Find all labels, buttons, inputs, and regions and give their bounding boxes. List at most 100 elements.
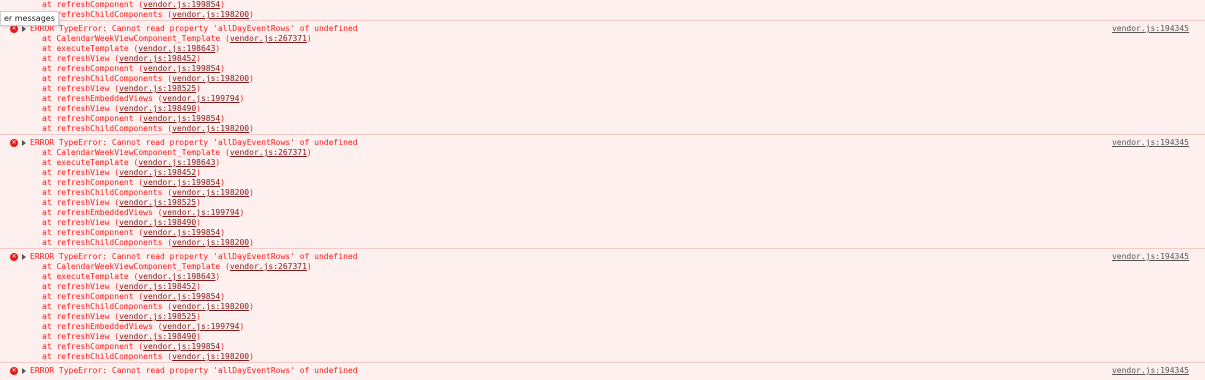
console-error-message: ✕ ERROR TypeError: Cannot read property '… — [0, 362, 1205, 376]
stack-frame-source-link[interactable]: vendor.js:198200 — [172, 188, 249, 197]
stack-frame-source-link[interactable]: vendor.js:198525 — [119, 84, 196, 93]
partial-stack-trace: at refreshComponent (vendor.js:199854) at… — [0, 0, 1205, 20]
stack-frame-source-link[interactable]: vendor.js:198525 — [119, 198, 196, 207]
stack-frame-source-link[interactable]: vendor.js:198200 — [172, 124, 249, 133]
stack-frame: at refreshView (vendor.js:198452) — [42, 168, 201, 177]
filter-messages-tooltip: er messages — [0, 11, 59, 26]
error-header[interactable]: ✕ ERROR TypeError: Cannot read property '… — [0, 138, 1205, 148]
stack-frame-function: at refreshView — [42, 104, 110, 113]
console-error-message: ✕ ERROR TypeError: Cannot read property '… — [0, 134, 1205, 248]
expand-triangle-icon[interactable] — [22, 140, 26, 146]
stack-frame-function: at refreshComponent — [42, 178, 134, 187]
stack-frame: at refreshEmbeddedViews (vendor.js:19979… — [42, 208, 245, 217]
expand-triangle-icon[interactable] — [22, 368, 26, 374]
stack-frame: at refreshComponent (vendor.js:199854) — [42, 114, 226, 123]
stack-frame: at refreshEmbeddedViews (vendor.js:19979… — [42, 94, 245, 103]
stack-frame-function: at executeTemplate — [42, 158, 129, 167]
stack-frame-source-link[interactable]: vendor.js:198490 — [119, 218, 196, 227]
expand-triangle-icon[interactable] — [22, 254, 26, 260]
stack-frame-source-link[interactable]: vendor.js:199854 — [143, 292, 220, 301]
error-source-link[interactable]: vendor.js:194345 — [1112, 252, 1189, 262]
stack-frame-source-link[interactable]: vendor.js:198200 — [172, 352, 249, 361]
stack-frame: at refreshChildComponents (vendor.js:198… — [42, 238, 254, 247]
error-text: ERROR TypeError: Cannot read property 'a… — [30, 24, 358, 33]
error-icon: ✕ — [10, 253, 18, 261]
console-messages: at refreshComponent (vendor.js:199854) at… — [0, 0, 1205, 376]
stack-frame-source-link[interactable]: vendor.js:267371 — [230, 148, 307, 157]
stack-frame: at CalendarWeekViewComponent_Template (v… — [42, 34, 312, 43]
stack-frame-function: at refreshView — [42, 54, 110, 63]
stack-frame-function: at refreshView — [42, 84, 110, 93]
error-header[interactable]: ✕ ERROR TypeError: Cannot read property '… — [0, 366, 1205, 376]
stack-frame-source-link[interactable]: vendor.js:199854 — [143, 114, 220, 123]
stack-frame: at refreshView (vendor.js:198490) — [42, 332, 201, 341]
stack-frame-function: at CalendarWeekViewComponent_Template — [42, 148, 221, 157]
stack-frame-source-link[interactable]: vendor.js:198452 — [119, 282, 196, 291]
stack-frame-function: at refreshView — [42, 282, 110, 291]
error-source-link[interactable]: vendor.js:194345 — [1112, 138, 1189, 148]
stack-frame-source-link[interactable]: vendor.js:198643 — [138, 272, 215, 281]
stack-frame: at refreshChildComponents (vendor.js:198… — [42, 74, 254, 83]
stack-frame-function: at CalendarWeekViewComponent_Template — [42, 34, 221, 43]
error-icon: ✕ — [10, 139, 18, 147]
stack-frame-source-link[interactable]: vendor.js:199854 — [143, 64, 220, 73]
stack-frame-function: at refreshEmbeddedViews — [42, 208, 153, 217]
stack-frame-function: at refreshComponent — [42, 114, 134, 123]
stack-frame-source-link[interactable]: vendor.js:199854 — [143, 228, 220, 237]
stack-frame-function: at refreshView — [42, 218, 110, 227]
stack-frame-source-link[interactable]: vendor.js:199794 — [162, 208, 239, 217]
stack-frame-source-link[interactable]: vendor.js:198490 — [119, 332, 196, 341]
stack-frame: at refreshView (vendor.js:198452) — [42, 282, 201, 291]
stack-frame-source-link[interactable]: vendor.js:267371 — [230, 34, 307, 43]
stack-frame-function: at refreshComponent — [42, 0, 134, 9]
expand-triangle-icon[interactable] — [22, 26, 26, 32]
stack-frame: at refreshChildComponents (vendor.js:198… — [42, 188, 254, 197]
error-source-link[interactable]: vendor.js:194345 — [1112, 24, 1189, 34]
stack-frame-source-link[interactable]: vendor.js:198525 — [119, 312, 196, 321]
stack-frame: at refreshView (vendor.js:198525) — [42, 198, 201, 207]
stack-frame-function: at refreshComponent — [42, 64, 134, 73]
stack-frame-source-link[interactable]: vendor.js:198490 — [119, 104, 196, 113]
error-icon: ✕ — [10, 367, 18, 375]
stack-frame-function: at refreshComponent — [42, 342, 134, 351]
stack-frame-source-link[interactable]: vendor.js:199794 — [162, 94, 239, 103]
stack-frame-source-link[interactable]: vendor.js:198643 — [138, 44, 215, 53]
stack-frame: at refreshView (vendor.js:198452) — [42, 54, 201, 63]
stack-frame: at refreshComponent (vendor.js:199854) — [42, 0, 226, 9]
stack-frame-source-link[interactable]: vendor.js:199854 — [143, 0, 220, 9]
error-source-link[interactable]: vendor.js:194345 — [1112, 366, 1189, 376]
stack-frame: at executeTemplate (vendor.js:198643) — [42, 272, 221, 281]
stack-frame-source-link[interactable]: vendor.js:198200 — [172, 238, 249, 247]
stack-frame: at refreshView (vendor.js:198525) — [42, 84, 201, 93]
stack-frame-function: at refreshChildComponents — [42, 74, 163, 83]
stack-frame: at refreshComponent (vendor.js:199854) — [42, 178, 226, 187]
stack-frame-source-link[interactable]: vendor.js:199854 — [143, 178, 220, 187]
stack-frame: at executeTemplate (vendor.js:198643) — [42, 44, 221, 53]
stack-frame-source-link[interactable]: vendor.js:198200 — [172, 10, 249, 19]
stack-frame-function: at executeTemplate — [42, 272, 129, 281]
stack-frame: at refreshComponent (vendor.js:199854) — [42, 228, 226, 237]
stack-frame-source-link[interactable]: vendor.js:198452 — [119, 168, 196, 177]
error-header[interactable]: ✕ ERROR TypeError: Cannot read property '… — [0, 252, 1205, 262]
stack-frame-source-link[interactable]: vendor.js:267371 — [230, 262, 307, 271]
stack-frame-source-link[interactable]: vendor.js:198452 — [119, 54, 196, 63]
error-text: ERROR TypeError: Cannot read property 'a… — [30, 252, 358, 261]
console-error-message: ✕ ERROR TypeError: Cannot read property '… — [0, 20, 1205, 134]
stack-frame-source-link[interactable]: vendor.js:199794 — [162, 322, 239, 331]
stack-frame-source-link[interactable]: vendor.js:198200 — [172, 74, 249, 83]
error-header[interactable]: ✕ ERROR TypeError: Cannot read property '… — [0, 24, 1205, 34]
stack-frame: at refreshView (vendor.js:198525) — [42, 312, 201, 321]
stack-frame: at refreshComponent (vendor.js:199854) — [42, 292, 226, 301]
stack-frame-source-link[interactable]: vendor.js:199854 — [143, 342, 220, 351]
stack-frame-function: at executeTemplate — [42, 44, 129, 53]
stack-frame-source-link[interactable]: vendor.js:198643 — [138, 158, 215, 167]
stack-frame: at refreshEmbeddedViews (vendor.js:19979… — [42, 322, 245, 331]
stack-frame: at CalendarWeekViewComponent_Template (v… — [42, 262, 312, 271]
stack-frame: at refreshChildComponents (vendor.js:198… — [42, 10, 254, 19]
stack-frame-function: at refreshView — [42, 312, 110, 321]
stack-frame-function: at refreshComponent — [42, 292, 134, 301]
stack-frame-function: at refreshChildComponents — [42, 302, 163, 311]
stack-frame-source-link[interactable]: vendor.js:198200 — [172, 302, 249, 311]
stack-frame-function: at refreshView — [42, 198, 110, 207]
error-icon: ✕ — [10, 25, 18, 33]
